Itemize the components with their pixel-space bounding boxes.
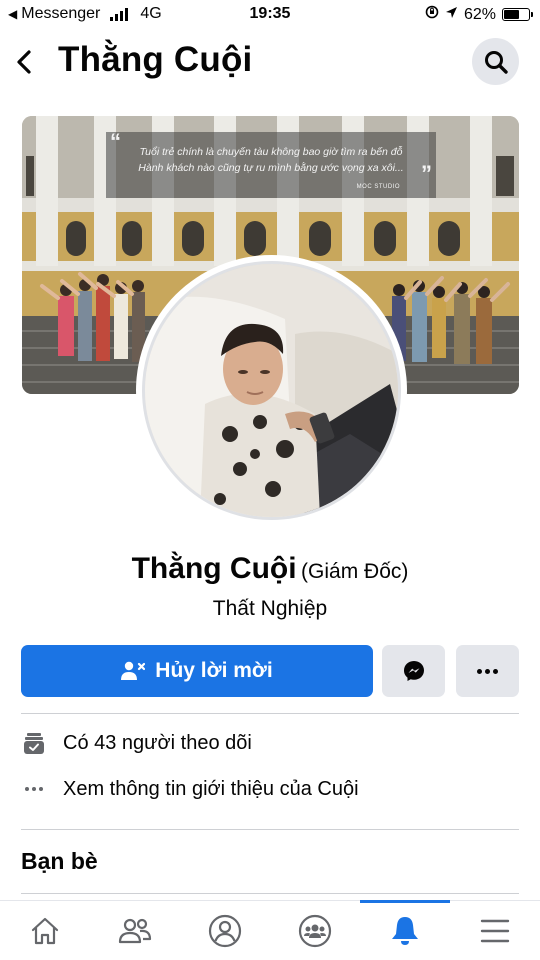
profile-nickname: (Giám Đốc): [301, 560, 409, 583]
status-bar: ◀ Messenger 4G 19:35 62%: [0, 0, 540, 30]
cover-quote: “ Tuổi trẻ chính là chuyến tàu không bao…: [106, 129, 436, 198]
followers-count: Có 43 người theo dõi: [63, 731, 252, 754]
about-row[interactable]: Xem thông tin giới thiệu của Cuội: [21, 774, 519, 804]
battery-icon: [502, 8, 533, 21]
profile-icon: [208, 914, 242, 948]
more-icon: [477, 668, 498, 674]
location-icon: [445, 6, 458, 24]
friends-icon: [118, 918, 152, 944]
page-title: Thằng Cuội: [58, 40, 253, 79]
quote-line-2: Hành khách nào cũng tự ru mình bằng ước …: [138, 162, 404, 174]
cancel-request-button[interactable]: Hủy lời mời: [21, 645, 373, 697]
message-button[interactable]: [382, 645, 445, 697]
profile-avatar[interactable]: [136, 255, 407, 526]
nav-notifications[interactable]: [360, 900, 450, 960]
nav-friends[interactable]: [90, 901, 180, 960]
status-right: 62%: [425, 5, 533, 24]
profile-name: Thằng Cuội: [131, 552, 297, 585]
nav-profile[interactable]: [180, 901, 270, 960]
back-button[interactable]: [12, 44, 36, 80]
profile-subtitle: Thất Nghiệp: [212, 597, 328, 620]
followers-icon: [21, 731, 47, 755]
nav-menu[interactable]: [450, 901, 540, 960]
followers-row: Có 43 người theo dõi: [21, 728, 519, 758]
quote-close-mark: ”: [421, 161, 432, 186]
studio-watermark: MOC STUDIO: [356, 184, 400, 190]
nav-home[interactable]: [0, 901, 90, 960]
search-icon: [484, 50, 508, 74]
menu-icon: [480, 919, 510, 943]
quote-line-1: Tuổi trẻ chính là chuyến tàu không bao g…: [139, 146, 403, 158]
more-options-button[interactable]: [456, 645, 519, 697]
divider: [21, 893, 519, 894]
user-cancel-icon: [121, 661, 146, 680]
messenger-icon: [403, 661, 424, 681]
cancel-request-label: Hủy lời mời: [155, 659, 273, 682]
search-button[interactable]: [472, 38, 519, 85]
rotation-lock-icon: [425, 5, 439, 24]
about-link[interactable]: Xem thông tin giới thiệu của Cuội: [63, 778, 359, 801]
avatar-image: [142, 261, 401, 520]
bottom-navigation: [0, 900, 540, 960]
battery-percent: 62%: [463, 5, 496, 23]
friends-section-title: Bạn bè: [21, 848, 98, 874]
profile-name-line: Thằng Cuội (Giám Đốc): [0, 552, 540, 586]
chevron-left-icon: [17, 50, 31, 74]
divider: [21, 713, 519, 714]
groups-icon: [298, 914, 332, 948]
divider: [21, 829, 519, 830]
more-dots-icon: [21, 787, 47, 791]
profile-header: Thằng Cuội: [0, 36, 540, 88]
home-icon: [31, 917, 59, 945]
notifications-icon: [392, 917, 418, 945]
nav-groups[interactable]: [270, 901, 360, 960]
quote-open-mark: “: [110, 129, 121, 154]
